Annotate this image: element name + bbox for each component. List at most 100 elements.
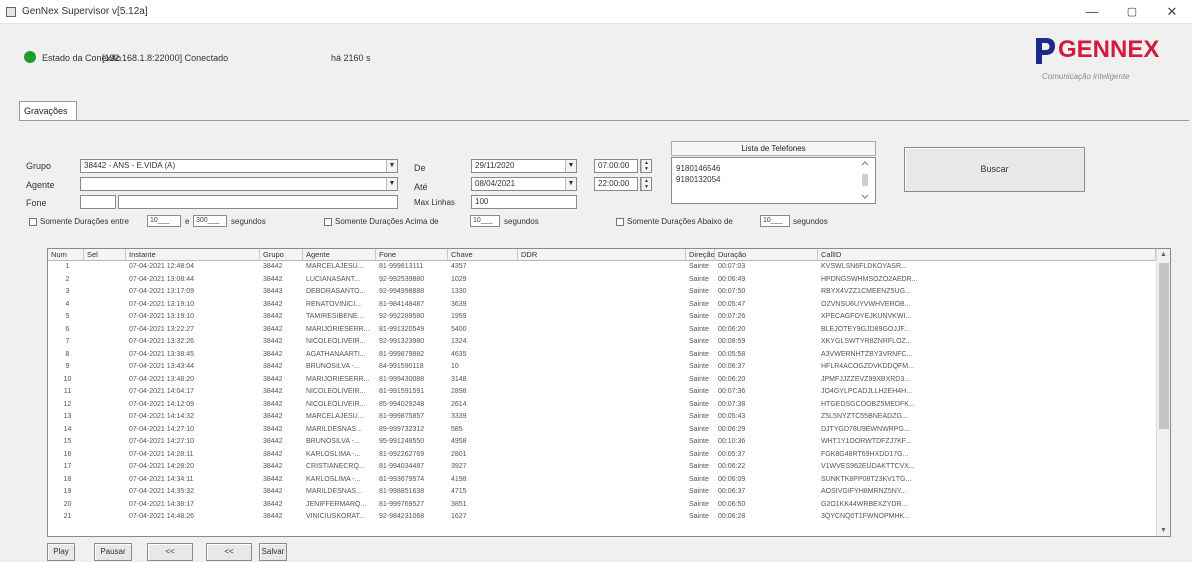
entre-max-input[interactable]: 300___: [193, 215, 227, 227]
col-fone-cell: 81-991591591: [379, 388, 425, 395]
table-row[interactable]: 3 07-04-2021 13:17:09 38443 DEBORASANTO... 9…: [48, 286, 1156, 297]
recordings-grid[interactable]: Num Sel Instante Grupo Agente Fone Chave DDR Dir…: [47, 248, 1171, 537]
de-time-spinner[interactable]: ▲ ▼: [640, 159, 652, 173]
abaixo-input[interactable]: 10___: [760, 215, 790, 227]
table-row[interactable]: 16 07-04-2021 14:28:11 38442 KARLOSLIMA -..…: [48, 449, 1156, 460]
table-row[interactable]: 13 07-04-2021 14:14:32 38442 MARCELAJESU...…: [48, 411, 1156, 422]
table-row[interactable]: 2 07-04-2021 13:08:44 38442 LUCIANASANT... 9…: [48, 274, 1156, 285]
max-linhas-input[interactable]: 100: [471, 195, 577, 209]
chk-duracoes-entre[interactable]: [29, 218, 37, 226]
chk-duracoes-abaixo[interactable]: [616, 218, 624, 226]
ate-date-picker[interactable]: 08/04/2021 ▼: [471, 177, 577, 191]
header-col-callid[interactable]: CallID: [818, 249, 1156, 261]
col-duracao-cell: 00:05:47: [718, 300, 746, 308]
col-num-cell: 11: [63, 388, 72, 395]
spinner-arrows-icon[interactable]: ▲ ▼: [641, 178, 651, 190]
table-row[interactable]: 9 07-04-2021 13:43:44 38442 BRUNOSILVA -...…: [48, 361, 1156, 372]
header-col-instante[interactable]: Instante: [126, 249, 260, 261]
chevron-down-icon[interactable]: ▼: [386, 160, 397, 172]
header-col-duracao[interactable]: Duração: [715, 249, 818, 261]
col-ddr-cell: [518, 261, 686, 272]
phone-list-item[interactable]: 9180146546: [676, 164, 721, 173]
close-button[interactable]: ✕: [1152, 2, 1192, 22]
header-col-num[interactable]: Num: [48, 249, 84, 261]
table-row[interactable]: 14 07-04-2021 14:27:10 38442 MARILDESNAS...…: [48, 424, 1156, 435]
header-col-ddr[interactable]: DDR: [518, 249, 686, 261]
scroll-thumb[interactable]: [1159, 263, 1169, 429]
fone-ddd-input[interactable]: [80, 195, 116, 209]
header-col-agente[interactable]: Agente: [303, 249, 376, 261]
chevron-down-icon[interactable]: ▼: [386, 178, 397, 190]
phone-list-scrollbar[interactable]: [860, 160, 870, 200]
col-agente-cell: MARIJORIESERR...: [306, 375, 370, 383]
table-row[interactable]: 21 07-04-2021 14:48:26 38442 VINICIUSKORAT.…: [48, 511, 1156, 522]
col-ddr-cell: [518, 386, 686, 397]
save-button[interactable]: Salvar: [259, 543, 287, 561]
phone-list-item[interactable]: 9180132054: [676, 175, 721, 184]
col-instante-cell: 07-04-2021 13:19:10: [129, 313, 194, 320]
chevron-down-icon[interactable]: ▼: [565, 160, 576, 172]
col-duracao-cell: 00:05:58: [718, 350, 746, 358]
col-sel-cell: [84, 499, 126, 510]
table-row[interactable]: 19 07-04-2021 14:35:32 38442 MARILDESNAS...…: [48, 486, 1156, 497]
agente-select[interactable]: ▼: [80, 177, 398, 191]
table-row[interactable]: 11 07-04-2021 14:04:17 38442 NICOLEOLIVEIR.…: [48, 386, 1156, 397]
header-col-fone[interactable]: Fone: [376, 249, 448, 261]
scroll-down-icon[interactable]: ▼: [1160, 527, 1167, 534]
fone-input[interactable]: [118, 195, 398, 209]
de-time-picker[interactable]: 07:00:00: [594, 159, 638, 173]
entre-min-input[interactable]: 10___: [147, 215, 181, 227]
col-callid-cell: HFLR4ACOGZDVKDDQFM...: [821, 363, 914, 370]
col-ddr-cell: [518, 411, 686, 422]
rewind-button[interactable]: <<: [147, 543, 193, 561]
col-duracao-cell: 00:05:43: [718, 413, 746, 420]
minimize-button[interactable]: —: [1072, 2, 1112, 22]
table-row[interactable]: 4 07-04-2021 13:19:10 38442 RENATOVINICI...…: [48, 299, 1156, 310]
col-sel-cell: [84, 311, 126, 322]
table-row[interactable]: 7 07-04-2021 13:32:26 38442 NICOLEOLIVEIR..…: [48, 336, 1156, 347]
col-callid-cell: HTGEDSGCOOBZ5MEDFK...: [821, 400, 915, 408]
table-row[interactable]: 5 07-04-2021 13:19:10 38442 TAMIRESIBENE...…: [48, 311, 1156, 322]
grid-vertical-scrollbar[interactable]: ▲ ▼: [1156, 249, 1170, 536]
col-fone-cell: 81-992262769: [379, 450, 425, 458]
col-duracao-cell: 00:06:50: [718, 500, 746, 508]
table-row[interactable]: 17 07-04-2021 14:28:20 38442 CRISTIANECRQ..…: [48, 461, 1156, 472]
back-button[interactable]: <<: [206, 543, 252, 561]
table-row[interactable]: 6 07-04-2021 13:22:27 38442 MARIJORIESERR..…: [48, 324, 1156, 335]
col-chave-cell: 2801: [451, 450, 467, 458]
table-row[interactable]: 8 07-04-2021 13:38:45 38442 AGATHANAARTI...…: [48, 349, 1156, 360]
col-instante-cell: 07-04-2021 13:43:44: [129, 363, 194, 370]
acima-input[interactable]: 10___: [470, 215, 500, 227]
table-row[interactable]: 1 07-04-2021 12:48:04 38442 MARCELAJESU... 8…: [48, 261, 1156, 272]
grupo-select[interactable]: 38442 - ANS - E.VIDA (A) ▼: [80, 159, 398, 173]
maximize-button[interactable]: ▢: [1112, 2, 1152, 22]
table-row[interactable]: 12 07-04-2021 14:12:09 38442 NICOLEOLIVEIR.…: [48, 399, 1156, 410]
chk-duracoes-acima[interactable]: [324, 218, 332, 226]
col-chave-cell: 4198: [451, 475, 467, 483]
de-date-picker[interactable]: 29/11/2020 ▼: [471, 159, 577, 173]
col-agente-cell: MARIJORIESERR...: [306, 325, 370, 333]
play-button[interactable]: Play: [47, 543, 75, 561]
header-col-direcao[interactable]: Direção: [686, 249, 715, 261]
table-row[interactable]: 20 07-04-2021 14:38:17 38442 JENIFFERMARQ..…: [48, 499, 1156, 510]
grid-body[interactable]: 1 07-04-2021 12:48:04 38442 MARCELAJESU... 8…: [48, 261, 1156, 536]
header-col-sel[interactable]: Sel: [84, 249, 126, 261]
scroll-up-icon[interactable]: ▲: [1160, 251, 1167, 258]
col-fone-cell: 81-999769527: [379, 500, 425, 508]
tab-gravacoes[interactable]: Gravações: [19, 101, 77, 121]
spinner-arrows-icon[interactable]: ▲ ▼: [641, 160, 651, 172]
ate-time-spinner[interactable]: ▲ ▼: [640, 177, 652, 191]
header-col-chave[interactable]: Chave: [448, 249, 518, 261]
table-row[interactable]: 15 07-04-2021 14:27:10 38442 BRUNOSILVA -..…: [48, 436, 1156, 447]
table-row[interactable]: 18 07-04-2021 14:34:11 38442 KARLOSLIMA -..…: [48, 474, 1156, 485]
table-row[interactable]: 10 07-04-2021 13:48:20 38442 MARIJORIESERR.…: [48, 374, 1156, 385]
phone-list[interactable]: 9180146546 9180132054: [671, 157, 876, 204]
col-sel-cell: [84, 386, 126, 397]
pause-button[interactable]: Pausar: [94, 543, 132, 561]
entre-unit-label: segundos: [231, 217, 266, 226]
chevron-down-icon[interactable]: ▼: [565, 178, 576, 190]
de-label: De: [414, 163, 426, 173]
ate-time-picker[interactable]: 22:00:00: [594, 177, 638, 191]
buscar-button[interactable]: Buscar: [904, 147, 1085, 192]
header-col-grupo[interactable]: Grupo: [260, 249, 303, 261]
